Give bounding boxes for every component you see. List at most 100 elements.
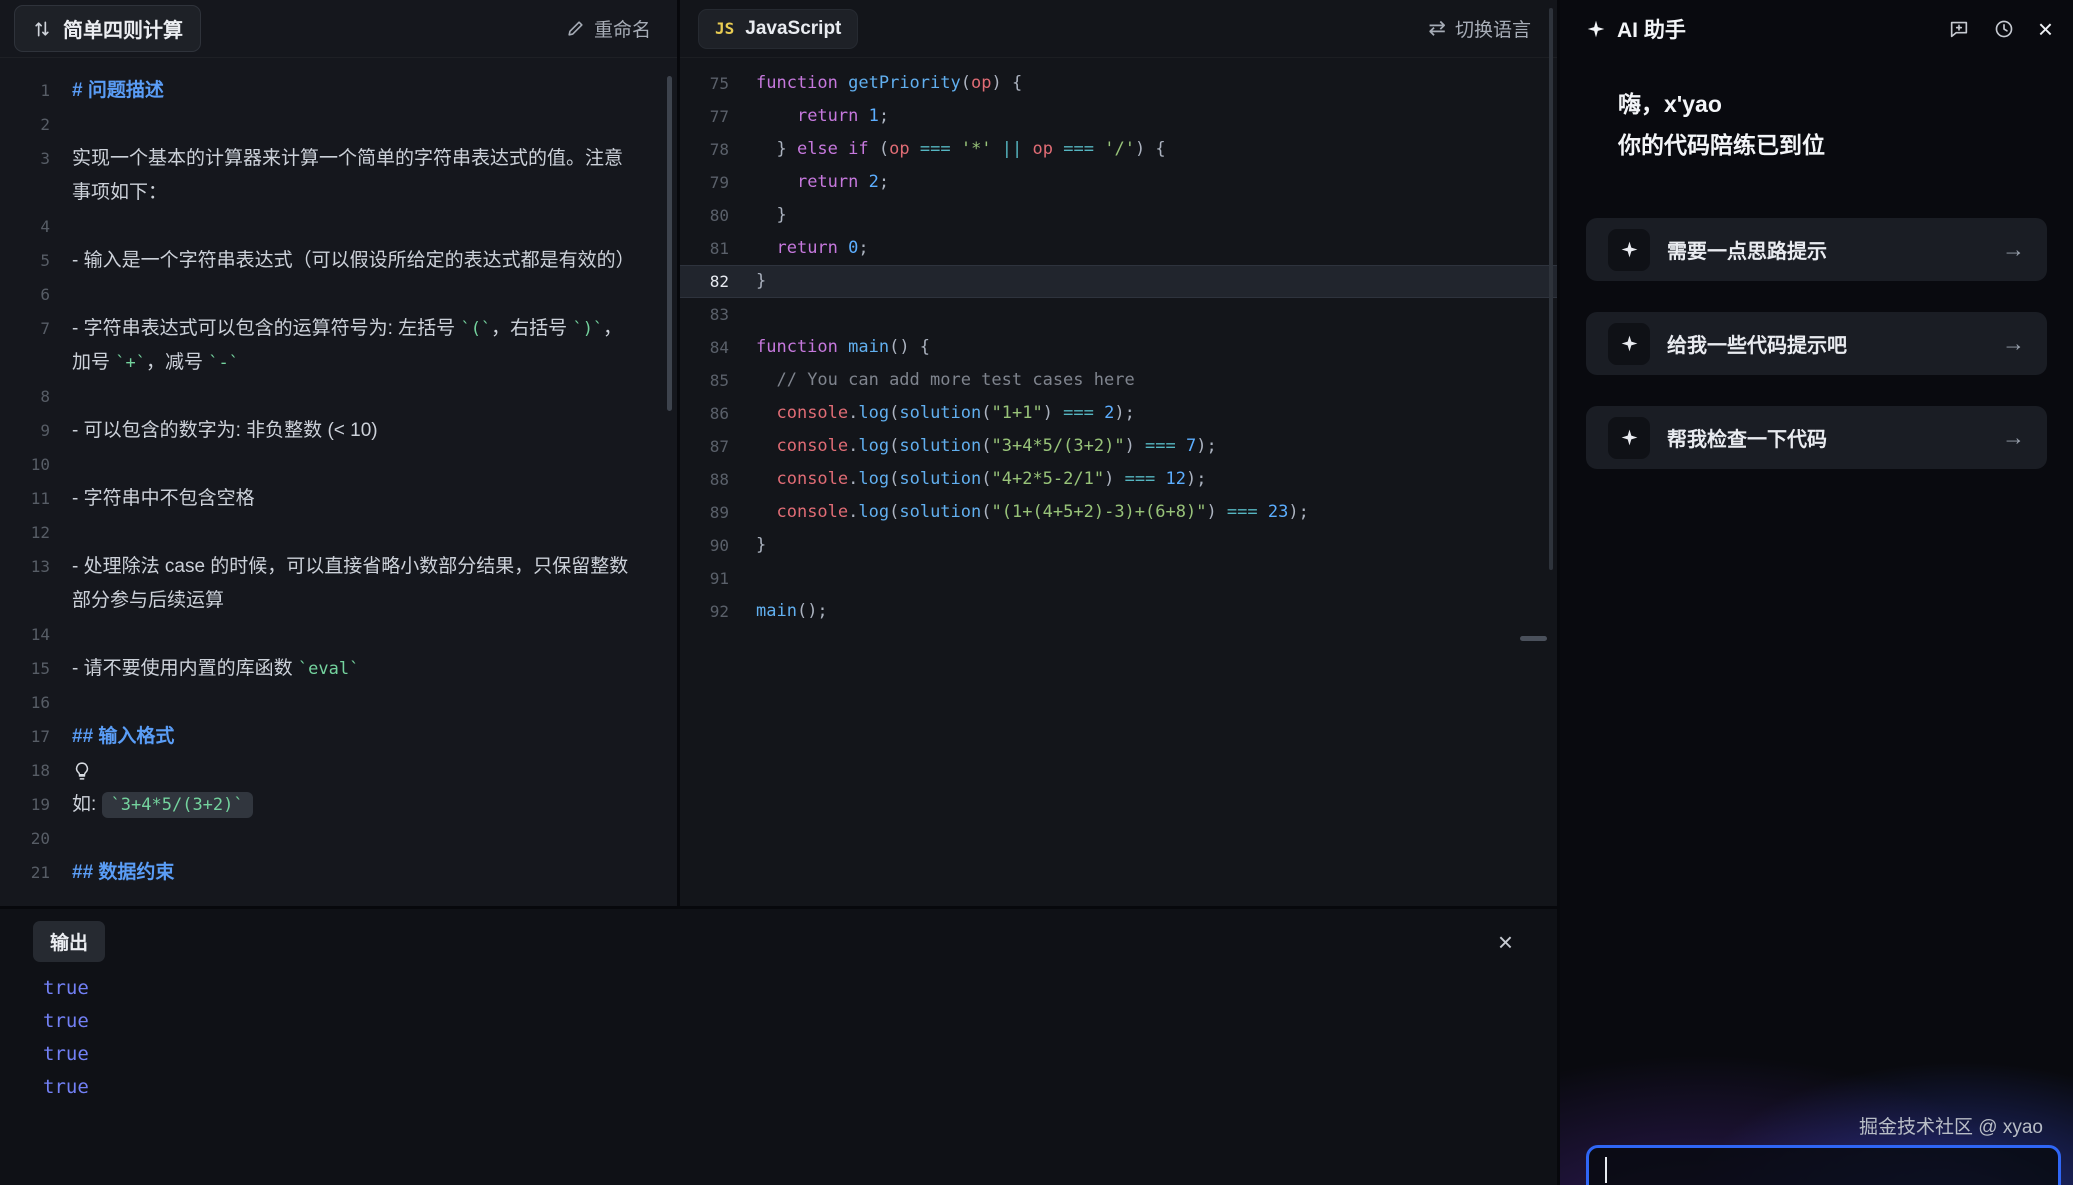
code-line[interactable]: 88 console.log(solution("4+2*5-2/1") ===… xyxy=(680,463,1557,496)
code-line-text: main(); xyxy=(756,595,828,628)
arrow-right-icon: → xyxy=(2002,330,2025,357)
code-line[interactable]: 91 xyxy=(680,562,1557,595)
problem-line-text: # 问题描述 xyxy=(72,74,677,108)
problem-line-text xyxy=(72,822,677,856)
ai-suggestion-card[interactable]: 帮我检查一下代码→ xyxy=(1586,406,2047,469)
problem-line: 18 xyxy=(0,754,677,788)
problem-line-text: ## 输入格式 xyxy=(72,720,677,754)
code-line[interactable]: 78 } else if (op === '*' || op === '/') … xyxy=(680,133,1557,166)
problem-line-text: - 请不要使用内置的库函数 `eval` xyxy=(72,652,677,686)
line-number: 6 xyxy=(0,278,72,312)
switch-language-button[interactable]: ⇄ 切换语言 xyxy=(1428,15,1531,42)
ai-header: AI 助手 × xyxy=(1560,0,2073,58)
line-number: 1 xyxy=(0,74,72,108)
ai-suggestion-card[interactable]: 需要一点思路提示 → xyxy=(1586,218,2047,281)
line-number: 21 xyxy=(0,856,72,890)
workspace-column: 简单四则计算 重命名 1# 问题描述2 3实现一个基本的计算器来计算一个简单的字… xyxy=(0,0,1557,1185)
output-close-button[interactable]: × xyxy=(1498,929,1513,955)
line-number: 5 xyxy=(0,244,72,278)
top-row: 简单四则计算 重命名 1# 问题描述2 3实现一个基本的计算器来计算一个简单的字… xyxy=(0,0,1557,906)
ai-sparkle-icon xyxy=(1586,19,1606,39)
arrow-right-icon: → xyxy=(2002,236,2025,263)
line-number: 12 xyxy=(0,516,72,550)
line-number: 16 xyxy=(0,686,72,720)
line-number: 18 xyxy=(0,754,72,788)
suggestion-label: 给我一些代码提示吧 xyxy=(1667,329,1847,358)
ai-greeting-line1: 嗨，x'yao xyxy=(1618,84,2043,125)
line-number: 91 xyxy=(680,562,756,595)
line-number: 14 xyxy=(0,618,72,652)
line-number: 20 xyxy=(0,822,72,856)
problem-line-text xyxy=(72,618,677,652)
problem-line: 10 xyxy=(0,448,677,482)
problem-line: 20 xyxy=(0,822,677,856)
problem-line: 17## 输入格式 xyxy=(0,720,677,754)
rename-button[interactable]: 重命名 xyxy=(566,15,651,42)
problem-line-text xyxy=(72,686,677,720)
code-line[interactable]: 86 console.log(solution("1+1") === 2); xyxy=(680,397,1557,430)
suggestion-label: 需要一点思路提示 xyxy=(1667,235,1827,264)
history-button[interactable] xyxy=(1993,18,2015,40)
code-line-active[interactable]: 82} xyxy=(680,265,1557,298)
line-number: 82 xyxy=(680,265,756,298)
line-number: 3 xyxy=(0,142,72,176)
output-lines: truetruetruetrue xyxy=(43,972,1557,1104)
swap-vertical-icon xyxy=(32,19,52,39)
ai-suggestion-card[interactable]: 给我一些代码提示吧 → xyxy=(1586,312,2047,375)
code-line[interactable]: 87 console.log(solution("3+4*5/(3+2)") =… xyxy=(680,430,1557,463)
line-number: 4 xyxy=(0,210,72,244)
line-number: 19 xyxy=(0,788,72,822)
ai-chat-input[interactable] xyxy=(1586,1145,2061,1185)
output-tab[interactable]: 输出 xyxy=(33,921,105,962)
sparkle-icon xyxy=(1608,323,1650,365)
code-line[interactable]: 75function getPriority(op) { xyxy=(680,67,1557,100)
problem-line: 6 xyxy=(0,278,677,312)
pencil-icon xyxy=(566,19,585,38)
output-header: 输出 × xyxy=(33,921,1513,962)
problem-scrollbar[interactable] xyxy=(667,76,672,411)
ai-close-button[interactable]: × xyxy=(2038,16,2053,42)
problem-line-text: - 输入是一个字符串表达式（可以假设所给定的表达式都是有效的） xyxy=(72,244,677,278)
problem-line: 2 xyxy=(0,108,677,142)
problem-line-text xyxy=(72,210,677,244)
line-number: 78 xyxy=(680,133,756,166)
code-line[interactable]: 92main(); xyxy=(680,595,1557,628)
new-chat-button[interactable] xyxy=(1948,18,1970,40)
code-line[interactable]: 79 return 2; xyxy=(680,166,1557,199)
code-line-text: console.log(solution("1+1") === 2); xyxy=(756,397,1135,430)
line-number: 89 xyxy=(680,496,756,529)
ai-panel: AI 助手 × 嗨，x'yao 你的代码陪练已到位 需要一点思路 xyxy=(1557,0,2073,1185)
js-badge: JS xyxy=(715,19,734,38)
ai-greeting-line2: 你的代码陪练已到位 xyxy=(1618,125,2043,166)
code-lines: 75function getPriority(op) {77 return 1;… xyxy=(680,58,1557,906)
problem-title-chip: 简单四则计算 xyxy=(14,5,201,52)
problem-lines: 1# 问题描述2 3实现一个基本的计算器来计算一个简单的字符串表达式的值。注意事… xyxy=(0,58,677,906)
problem-line-text xyxy=(72,516,677,550)
code-line[interactable]: 83 xyxy=(680,298,1557,331)
problem-line-text: 实现一个基本的计算器来计算一个简单的字符串表达式的值。注意事项如下： xyxy=(72,142,677,210)
code-line-text: function main() { xyxy=(756,331,930,364)
code-line[interactable]: 85 // You can add more test cases here xyxy=(680,364,1557,397)
line-number: 88 xyxy=(680,463,756,496)
problem-line-text xyxy=(72,448,677,482)
code-line-text: return 1; xyxy=(756,100,889,133)
code-line[interactable]: 89 console.log(solution("(1+(4+5+2)-3)+(… xyxy=(680,496,1557,529)
code-line[interactable]: 81 return 0; xyxy=(680,232,1557,265)
editor-vertical-scrollbar[interactable] xyxy=(1549,8,1553,570)
line-number: 13 xyxy=(0,550,72,584)
line-number: 10 xyxy=(0,448,72,482)
sparkle-icon xyxy=(1608,417,1650,459)
code-line[interactable]: 84function main() { xyxy=(680,331,1557,364)
output-panel: 输出 × truetruetruetrue xyxy=(0,906,1557,1185)
problem-line-text: - 处理除法 case 的时候，可以直接省略小数部分结果，只保留整数部分参与后续… xyxy=(72,550,677,618)
code-line-text: } xyxy=(756,529,766,562)
problem-line-text: - 字符串中不包含空格 xyxy=(72,482,677,516)
lightbulb-icon xyxy=(72,760,92,781)
language-tab[interactable]: JS JavaScript xyxy=(698,9,858,49)
editor-horizontal-scrollbar[interactable] xyxy=(1520,636,1547,641)
code-line[interactable]: 90} xyxy=(680,529,1557,562)
code-line[interactable]: 77 return 1; xyxy=(680,100,1557,133)
code-line[interactable]: 80 } xyxy=(680,199,1557,232)
input-caret xyxy=(1605,1157,1607,1183)
output-line: true xyxy=(43,1005,1557,1038)
